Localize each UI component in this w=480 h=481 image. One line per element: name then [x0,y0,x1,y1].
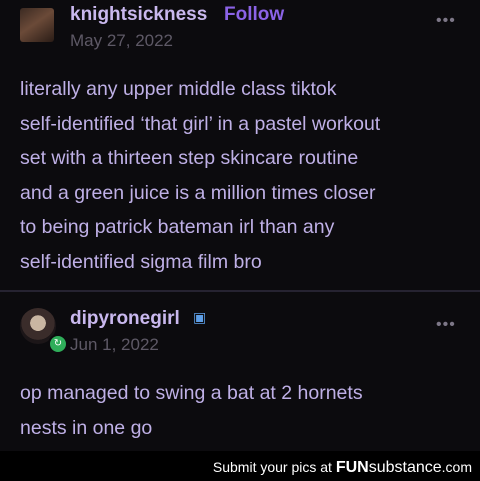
more-options-icon[interactable]: ••• [436,12,456,30]
post-text-line: to being patrick bateman irl than any [20,216,335,238]
more-options-icon[interactable]: ••• [436,316,456,334]
post-text-line: set with a thirteen step skincare routin… [20,147,359,169]
screenshot-frame: knightsickness Follow May 27, 2022 ••• l… [0,0,480,481]
watermark-bar: Submit your pics at FUNsubstance.com [0,451,480,481]
post-text-line: literally any upper middle class tiktok [20,78,337,100]
post-date[interactable]: Jun 1, 2022 [70,335,159,355]
post-date[interactable]: May 27, 2022 [70,31,173,51]
post-text-line: nests in one go [20,416,153,439]
watermark-brand-rest: substance [368,459,442,476]
username[interactable]: knightsickness [70,4,207,26]
watermark-suffix: .com [441,459,472,475]
blog-icon: ▣ [193,309,207,325]
watermark-prefix: Submit your pics at [212,459,336,475]
post-thread: knightsickness Follow May 27, 2022 ••• l… [0,0,480,451]
post-text-line: op managed to swing a bat at 2 hornets [20,382,363,404]
post-text-line: and a green juice is a million times clo… [20,181,376,204]
watermark-text: Submit your pics at FUNsubstance.com [213,459,472,477]
follow-button[interactable]: Follow [224,4,284,26]
watermark-brand-bold: FUN [335,459,369,476]
post-body: op managed to swing a bat at 2 hornets n… [20,376,363,445]
username[interactable]: dipyronegirl [70,308,180,330]
post-body: literally any upper middle class tiktok … [20,72,380,279]
post-text-line: self-identified sigma film bro [20,250,262,273]
reblog-badge-icon: ↻ [48,334,68,354]
avatar[interactable] [20,8,54,42]
post-text-line: self-identified ‘that girl’ in a pastel … [20,112,381,135]
